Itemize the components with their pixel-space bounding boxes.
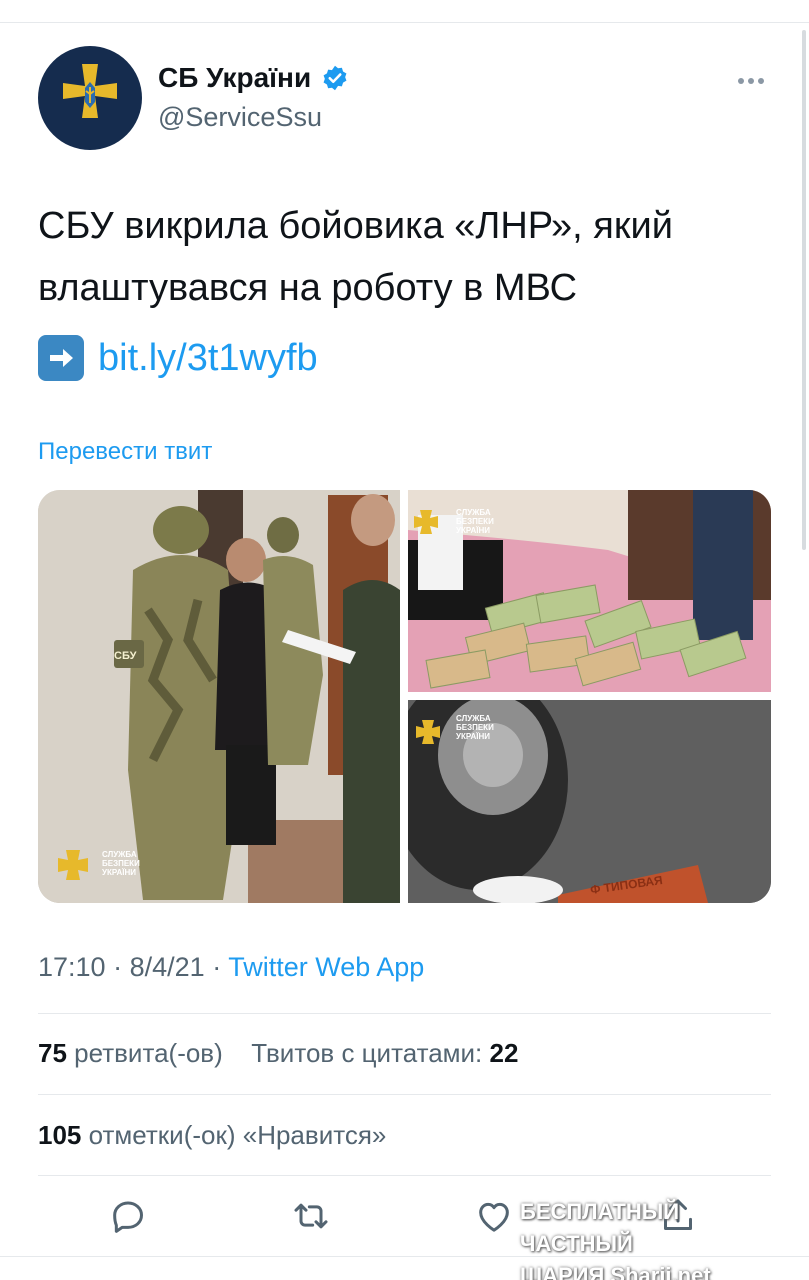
likes-link[interactable]: 105 отметки(-ок) «Нравится» — [38, 1120, 386, 1150]
reply-icon[interactable] — [108, 1196, 148, 1236]
quotes-label: Твитов с цитатами: — [251, 1038, 483, 1068]
tweet-source[interactable]: Twitter Web App — [228, 952, 424, 982]
divider — [38, 1013, 771, 1014]
media-photo-arrest[interactable]: СЛУЖБА БЕЗПЕКИ УКРАЇНИ СБУ — [38, 490, 400, 903]
top-divider — [0, 22, 809, 23]
account-name-row: СБ України — [158, 62, 349, 94]
translate-tweet-link[interactable]: Перевести твит — [38, 438, 212, 466]
retweets-label: ретвита(-ов) — [74, 1038, 223, 1068]
tweet-link[interactable]: bit.ly/3t1wyfb — [98, 337, 318, 380]
account-handle[interactable]: @ServiceSsu — [158, 102, 322, 133]
meta-separator: · — [212, 952, 229, 982]
quotes-link[interactable]: Твитов с цитатами: 22 — [251, 1038, 518, 1068]
avatar[interactable] — [38, 46, 142, 150]
likes-count: 105 — [38, 1120, 82, 1150]
more-dot-icon — [758, 78, 764, 84]
likes-stats: 105 отметки(-ок) «Нравится» — [38, 1120, 386, 1151]
more-dot-icon — [748, 78, 754, 84]
bottom-divider — [0, 1256, 809, 1257]
watermark-text: СЛУЖБА БЕЗПЕКИ УКРАЇНИ — [102, 850, 140, 877]
media-grid: СЛУЖБА БЕЗПЕКИ УКРАЇНИ СБУ СЛУЖБА БЕЗПЕК… — [38, 490, 771, 903]
divider — [38, 1175, 771, 1176]
tweet-date[interactable]: 8/4/21 — [130, 952, 205, 982]
overlay-watermark: БЕСПЛАТНЫЙ ЧАСТНЫЙ ШАРИЯ Sharij.net — [520, 1199, 711, 1280]
tweet-text: СБУ викрила бойовика «ЛНР», який влаштув… — [38, 205, 673, 309]
more-options-icon[interactable] — [738, 78, 764, 84]
account-name[interactable]: СБ України — [158, 62, 311, 94]
watermark-text: СЛУЖБА БЕЗПЕКИ УКРАЇНИ — [456, 714, 494, 741]
verified-badge-icon — [323, 65, 347, 91]
right-arrow-emoji-icon — [38, 335, 84, 381]
retweet-stats: 75 ретвита(-ов) Твитов с цитатами: 22 — [38, 1038, 518, 1069]
divider — [38, 1094, 771, 1095]
more-dot-icon — [738, 78, 744, 84]
retweets-count: 75 — [38, 1038, 67, 1068]
media-photo-money[interactable]: СЛУЖБА БЕЗПЕКИ УКРАЇНИ — [408, 490, 771, 692]
likes-label: отметки(-ок) «Нравится» — [88, 1120, 387, 1150]
tweet-time[interactable]: 17:10 — [38, 952, 106, 982]
retweet-icon[interactable] — [291, 1196, 331, 1236]
like-icon[interactable] — [474, 1196, 514, 1236]
retweets-link[interactable]: 75 ретвита(-ов) — [38, 1038, 223, 1068]
scrollbar[interactable] — [802, 30, 806, 550]
ssu-emblem-icon — [63, 64, 117, 118]
watermark-text: СЛУЖБА БЕЗПЕКИ УКРАЇНИ — [456, 508, 494, 535]
quotes-count: 22 — [489, 1038, 519, 1068]
meta-separator: · — [113, 952, 130, 982]
sleeve-patch-text: СБУ — [114, 650, 137, 662]
media-photo-car[interactable]: СЛУЖБА БЕЗПЕКИ УКРАЇНИ Ф ТИПОВАЯ — [388, 670, 771, 903]
tweet-meta: 17:10 · 8/4/21 · Twitter Web App — [38, 952, 424, 983]
tweet-link-row: bit.ly/3t1wyfb — [38, 335, 318, 381]
photo-scene-illustration — [38, 490, 400, 903]
